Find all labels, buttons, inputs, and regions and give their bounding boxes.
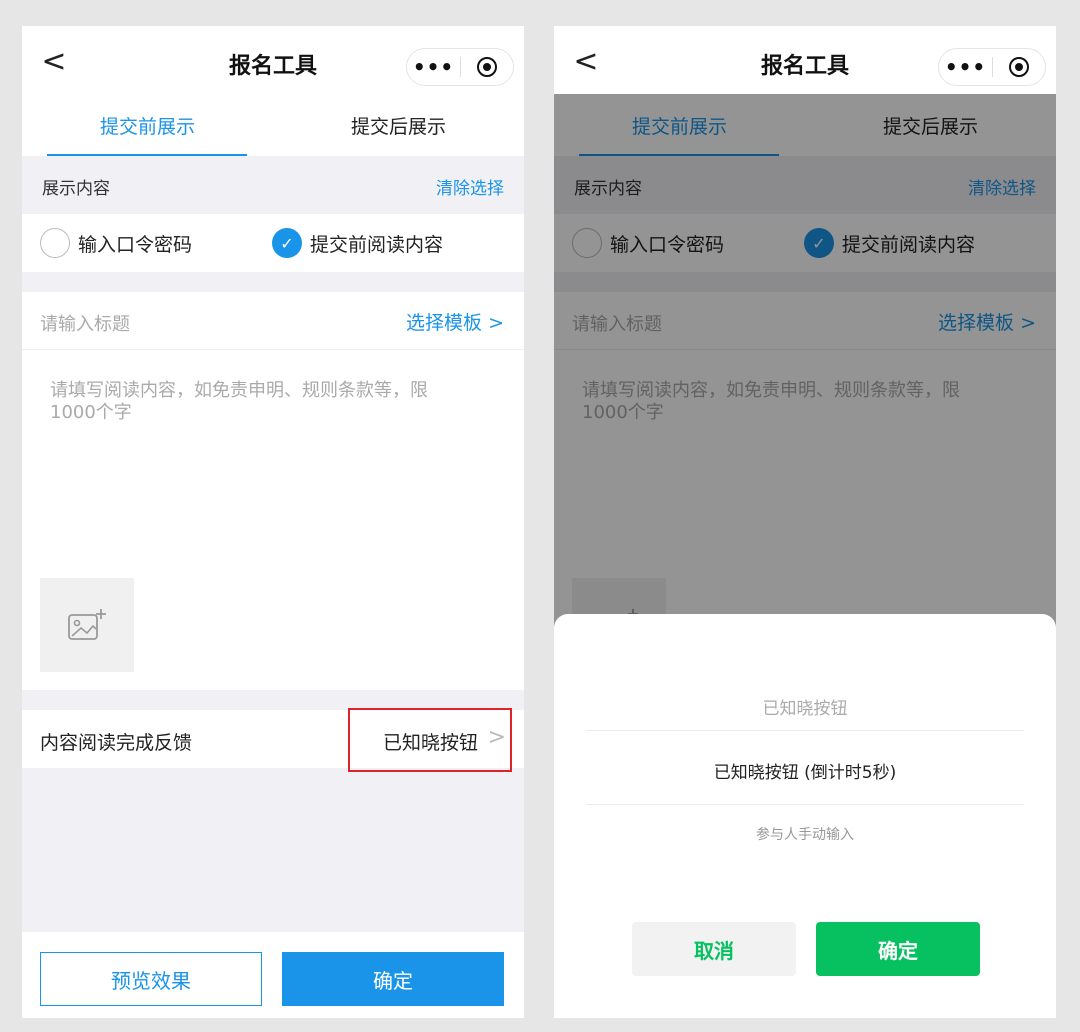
preview-button[interactable]: 预览效果 [40, 952, 262, 1006]
tab-bar: 提交前展示 提交后展示 [22, 98, 524, 156]
sheet-option-manual[interactable]: 参与人手动输入 [554, 824, 1056, 844]
highlight-box [348, 708, 512, 772]
choose-template-link[interactable]: 选择模板 > [406, 308, 504, 335]
mini-program-capsule: ••• [406, 48, 514, 86]
action-sheet: 已知晓按钮 已知晓按钮 (倒计时5秒) 参与人手动输入 取消 确定 [554, 614, 1056, 1018]
option-password[interactable]: 输入口令密码 [40, 228, 192, 258]
section-header: 展示内容 清除选择 [22, 156, 524, 214]
option-read-content[interactable]: ✓ 提交前阅读内容 [272, 228, 443, 258]
title-input[interactable]: 请输入标题 [40, 310, 130, 336]
screen-before: < 报名工具 ••• 提交前展示 提交后展示 展示内容 清除选择 输入口令密码 … [22, 26, 524, 1018]
screen-after: < 报名工具 ••• 提交前展示 提交后展示 展示内容 清除选择 输入口令密码 … [554, 26, 1056, 1018]
check-circle-icon: ✓ [272, 228, 302, 258]
sheet-option-countdown[interactable]: 已知晓按钮 (倒计时5秒) [554, 758, 1056, 783]
close-target-button[interactable] [993, 57, 1045, 77]
section-label: 展示内容 [42, 179, 110, 199]
feedback-label: 内容阅读完成反馈 [40, 732, 193, 754]
navbar: < 报名工具 ••• [22, 26, 524, 98]
title-row: 请输入标题 选择模板 > [22, 292, 524, 350]
add-image-icon [68, 609, 106, 640]
target-icon [476, 57, 497, 77]
close-target-button[interactable] [461, 57, 513, 77]
mini-program-capsule: ••• [938, 48, 1046, 86]
clear-selection-link[interactable]: 清除选择 [436, 174, 504, 199]
radio-unchecked-icon [40, 228, 70, 258]
tab-before-submit[interactable]: 提交前展示 [22, 98, 273, 156]
option-label: 输入口令密码 [78, 233, 193, 256]
display-options: 输入口令密码 ✓ 提交前阅读内容 [22, 214, 524, 272]
sheet-cancel-button[interactable]: 取消 [632, 922, 796, 976]
add-image-button[interactable] [40, 578, 134, 672]
navbar: < 报名工具 ••• [554, 26, 1056, 98]
sheet-divider [586, 804, 1024, 805]
bottom-bar: 预览效果 确定 [22, 932, 524, 1018]
target-icon [1008, 57, 1029, 77]
sheet-divider [586, 730, 1024, 731]
sheet-title: 已知晓按钮 [762, 699, 848, 719]
sheet-ok-button[interactable]: 确定 [816, 922, 980, 976]
option-label: 提交前阅读内容 [310, 233, 444, 256]
confirm-button[interactable]: 确定 [282, 952, 504, 1006]
content-textarea[interactable]: 请填写阅读内容，如免责申明、规则条款等，限1000个字 [50, 380, 470, 424]
content-area: 请填写阅读内容，如免责申明、规则条款等，限1000个字 [22, 350, 524, 690]
tab-after-submit[interactable]: 提交后展示 [273, 98, 524, 156]
more-icon[interactable]: ••• [939, 55, 992, 79]
more-icon[interactable]: ••• [407, 55, 460, 79]
